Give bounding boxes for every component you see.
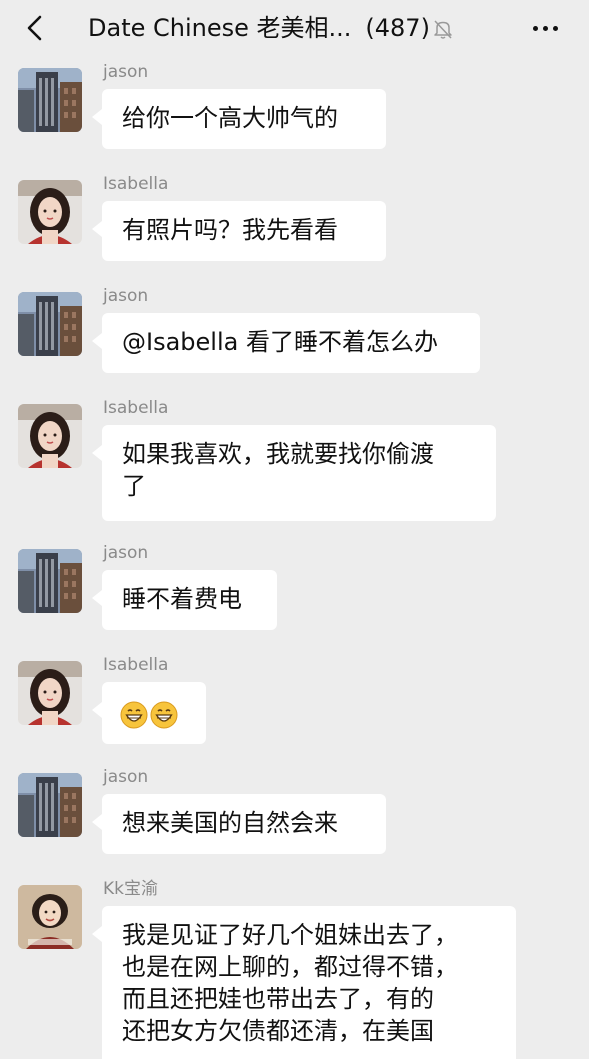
avatar-kk[interactable] <box>18 885 82 949</box>
grinning-face-icon <box>150 701 178 729</box>
avatar-isabella[interactable] <box>18 404 82 468</box>
chat-header: Date Chinese 老美相... (487) <box>0 0 589 56</box>
message-item: jason 睡不着费电 <box>0 537 589 637</box>
sender-name: jason <box>103 543 149 563</box>
avatar-jason[interactable] <box>18 549 82 613</box>
message-bubble[interactable]: 想来美国的自然会来 <box>92 794 386 854</box>
building-avatar-image <box>18 549 82 613</box>
message-bubble[interactable] <box>92 682 206 744</box>
woman-avatar-image <box>18 661 82 725</box>
woman-avatar-image <box>18 404 82 468</box>
portrait-avatar-image <box>18 885 82 949</box>
sender-name: jason <box>103 62 149 82</box>
message-bubble[interactable]: 睡不着费电 <box>92 570 277 630</box>
woman-avatar-image <box>18 180 82 244</box>
message-item: Isabella 有照片吗？我先看看 <box>0 168 589 268</box>
building-avatar-image <box>18 292 82 356</box>
member-count: (487) <box>365 14 430 42</box>
message-item: Kk宝渝 我是见证了好几个姐妹出去了， 也是在网上聊的，都过得不错， 而且还把娃… <box>0 873 589 1059</box>
message-list[interactable]: jason 给你一个高大帅气的 Isabella 有照片吗？我先看看 jason… <box>0 56 589 1059</box>
message-bubble[interactable]: 给你一个高大帅气的 <box>92 89 386 149</box>
avatar-jason[interactable] <box>18 292 82 356</box>
sender-name: Isabella <box>103 398 169 418</box>
sender-name: Kk宝渝 <box>103 879 158 899</box>
group-name: Date Chinese 老美相... <box>88 14 352 42</box>
building-avatar-image <box>18 773 82 837</box>
avatar-jason[interactable] <box>18 773 82 837</box>
back-arrow-icon[interactable] <box>22 14 50 42</box>
sender-name: jason <box>103 286 149 306</box>
message-item: Isabella 如果我喜欢，我就要找你偷渡 了 <box>0 392 589 526</box>
sender-name: Isabella <box>103 174 169 194</box>
message-bubble[interactable]: 如果我喜欢，我就要找你偷渡 了 <box>92 425 496 521</box>
avatar-isabella[interactable] <box>18 661 82 725</box>
message-bubble[interactable]: @Isabella 看了睡不着怎么办 <box>92 313 480 373</box>
chat-title: Date Chinese 老美相... (487) <box>88 12 454 44</box>
message-item: jason 给你一个高大帅气的 <box>0 56 589 156</box>
message-bubble[interactable]: 我是见证了好几个姐妹出去了， 也是在网上聊的，都过得不错， 而且还把娃也带出去了… <box>92 906 516 1059</box>
more-options-button[interactable] <box>529 14 563 42</box>
grinning-face-icon <box>120 701 148 729</box>
message-item: Isabella <box>0 649 589 749</box>
message-item: jason 想来美国的自然会来 <box>0 761 589 861</box>
building-avatar-image <box>18 68 82 132</box>
sender-name: Isabella <box>103 655 169 675</box>
message-bubble[interactable]: 有照片吗？我先看看 <box>92 201 386 261</box>
bell-muted-icon <box>434 20 452 39</box>
sender-name: jason <box>103 767 149 787</box>
avatar-jason[interactable] <box>18 68 82 132</box>
avatar-isabella[interactable] <box>18 180 82 244</box>
message-item: jason @Isabella 看了睡不着怎么办 <box>0 280 589 380</box>
